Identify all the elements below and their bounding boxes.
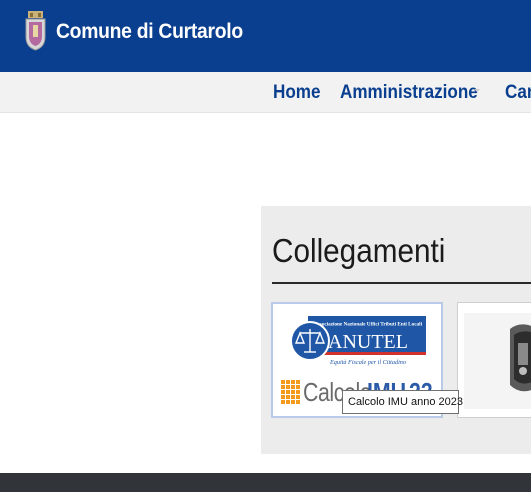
anutel-tagline: Equità Fiscale per il Cittadino bbox=[329, 359, 406, 366]
anutel-wordmark: ANUTEL bbox=[328, 331, 408, 353]
municipal-seal-icon bbox=[510, 324, 531, 392]
nav-home[interactable]: Home bbox=[273, 82, 321, 104]
site-footer bbox=[0, 473, 531, 492]
tooltip: Calcolo IMU anno 2023 bbox=[342, 390, 463, 414]
coat-of-arms-icon[interactable] bbox=[25, 11, 46, 51]
nav-amministrazione[interactable]: Amministrazione bbox=[340, 82, 478, 104]
collegamenti-section: Collegamenti Associazione Nazionale Uffi… bbox=[261, 206, 531, 454]
chevron-down-icon bbox=[474, 89, 480, 92]
section-title: Collegamenti bbox=[272, 232, 446, 269]
main-nav: Home Amministrazione Can bbox=[0, 72, 531, 113]
calculator-grid-icon bbox=[281, 380, 300, 404]
anutel-logo: Associazione Nazionale Uffici Tributi En… bbox=[290, 314, 426, 370]
nav-truncated-item[interactable]: Can bbox=[505, 82, 531, 104]
section-divider bbox=[272, 282, 531, 284]
link-card-seal[interactable] bbox=[457, 302, 531, 418]
site-header: Comune di Curtarolo bbox=[0, 0, 531, 72]
site-title[interactable]: Comune di Curtarolo bbox=[56, 20, 243, 44]
anutel-banner-text: Associazione Nazionale Uffici Tributi En… bbox=[314, 322, 423, 328]
